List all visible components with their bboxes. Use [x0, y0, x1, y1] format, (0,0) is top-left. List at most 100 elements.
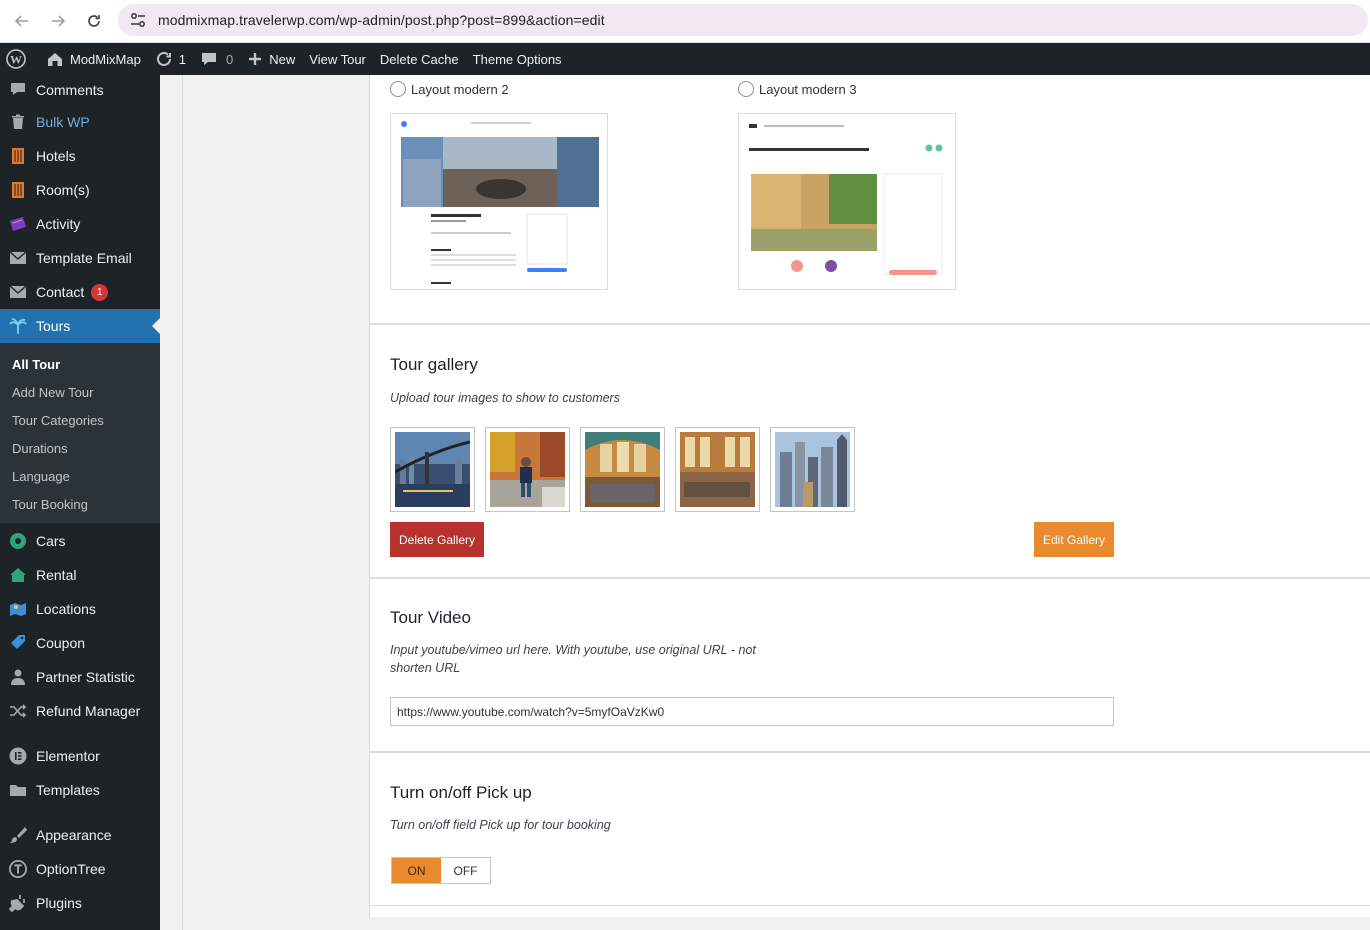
- reload-button[interactable]: [76, 3, 112, 39]
- site-info-icon[interactable]: [128, 10, 148, 30]
- menu-label: Rental: [36, 567, 77, 583]
- menu-plugins[interactable]: Plugins: [0, 886, 160, 920]
- site-name-menu[interactable]: ModMixMap: [39, 43, 148, 75]
- menu-locations[interactable]: Locations: [0, 592, 160, 626]
- layout-modern-3-option[interactable]: Layout modern 3: [738, 81, 857, 97]
- video-description-line2: shorten URL: [390, 661, 461, 675]
- gallery-image[interactable]: [485, 427, 570, 512]
- delete-cache-link[interactable]: Delete Cache: [373, 43, 466, 75]
- layout-modern-2-preview[interactable]: [390, 113, 608, 290]
- menu-label: Cars: [36, 533, 66, 549]
- theme-options-link[interactable]: Theme Options: [466, 43, 569, 75]
- menu-label: Template Email: [36, 250, 132, 266]
- new-content-menu[interactable]: New: [240, 43, 302, 75]
- svg-text:W: W: [10, 53, 22, 67]
- layout-modern-2-option[interactable]: Layout modern 2: [390, 81, 509, 97]
- video-title: Tour Video: [390, 608, 471, 627]
- layout-preview-image: [739, 114, 955, 289]
- gallery-image[interactable]: [770, 427, 855, 512]
- url-text[interactable]: modmixmap.travelerwp.com/wp-admin/post.p…: [158, 12, 605, 28]
- gallery-image[interactable]: [580, 427, 665, 512]
- reload-icon: [88, 15, 100, 27]
- pickup-toggle[interactable]: ON OFF: [391, 857, 491, 884]
- arrow-right-icon: [52, 15, 66, 27]
- tag-icon: [9, 634, 27, 652]
- optiontree-icon: [9, 860, 27, 878]
- menu-appearance[interactable]: Appearance: [0, 818, 160, 852]
- menu-label: OptionTree: [36, 861, 106, 877]
- layout-label: Layout modern 2: [411, 81, 509, 97]
- menu-template-email[interactable]: Template Email: [0, 241, 160, 275]
- menu-elementor[interactable]: Elementor: [0, 739, 160, 773]
- menu-rooms[interactable]: Room(s): [0, 173, 160, 207]
- menu-contact[interactable]: Contact 1: [0, 275, 160, 309]
- menu-comments[interactable]: Comments: [0, 75, 160, 105]
- address-bar[interactable]: modmixmap.travelerwp.com/wp-admin/post.p…: [118, 4, 1368, 36]
- grand-central-image: [585, 432, 660, 507]
- shuffle-icon: [9, 702, 27, 720]
- gallery-title: Tour gallery: [390, 355, 478, 374]
- submenu-tour-booking[interactable]: Tour Booking: [0, 490, 160, 518]
- pickup-description: Turn on/off field Pick up for tour booki…: [390, 818, 611, 832]
- wp-logo-menu[interactable]: W: [0, 43, 39, 75]
- comments-count: 0: [226, 51, 234, 67]
- building-icon: [9, 147, 27, 165]
- menu-partner-statistic[interactable]: Partner Statistic: [0, 660, 160, 694]
- grand-central-hall-image: [680, 432, 755, 507]
- menu-optiontree[interactable]: OptionTree: [0, 852, 160, 886]
- submenu-all-tour[interactable]: All Tour: [0, 350, 160, 378]
- menu-hotels[interactable]: Hotels: [0, 139, 160, 173]
- video-url-input[interactable]: https://www.youtube.com/watch?v=5myfOaVz…: [390, 697, 1114, 726]
- trash-icon: [9, 113, 27, 131]
- toggle-off-option[interactable]: OFF: [441, 858, 490, 883]
- menu-label: Elementor: [36, 748, 100, 764]
- menu-bulk-wp[interactable]: Bulk WP: [0, 105, 160, 139]
- layout-label: Layout modern 3: [759, 81, 857, 97]
- radio-button[interactable]: [390, 81, 406, 97]
- comment-icon: [202, 53, 217, 65]
- menu-label: Appearance: [36, 827, 112, 843]
- edit-gallery-button[interactable]: Edit Gallery: [1034, 522, 1114, 557]
- menu-tours[interactable]: Tours: [0, 309, 160, 343]
- section-divider: [370, 751, 1370, 753]
- user-icon: [9, 668, 27, 686]
- submenu-tour-categories[interactable]: Tour Categories: [0, 406, 160, 434]
- bridge-city-image: [395, 432, 470, 507]
- delete-gallery-button[interactable]: Delete Gallery: [390, 522, 484, 557]
- site-name: ModMixMap: [70, 51, 141, 67]
- updates-icon: [156, 51, 171, 66]
- menu-coupon[interactable]: Coupon: [0, 626, 160, 660]
- person-autumn-park-image: [490, 432, 565, 507]
- toggle-on-option[interactable]: ON: [392, 858, 441, 883]
- forward-button[interactable]: [40, 3, 76, 39]
- building-icon: [9, 181, 27, 199]
- menu-label: Coupon: [36, 635, 86, 651]
- radio-button[interactable]: [738, 81, 754, 97]
- palm-icon: [9, 317, 27, 335]
- home-icon: [9, 566, 27, 584]
- menu-cars[interactable]: Cars: [0, 524, 160, 558]
- comments-menu[interactable]: 0: [193, 43, 240, 75]
- menu-rental[interactable]: Rental: [0, 558, 160, 592]
- gallery-image[interactable]: [390, 427, 475, 512]
- submenu-add-new-tour[interactable]: Add New Tour: [0, 378, 160, 406]
- section-divider: [370, 905, 1370, 906]
- back-button[interactable]: [4, 3, 40, 39]
- menu-activity[interactable]: Activity: [0, 207, 160, 241]
- submenu-language[interactable]: Language: [0, 462, 160, 490]
- gallery-image[interactable]: [675, 427, 760, 512]
- submenu-durations[interactable]: Durations: [0, 434, 160, 462]
- updates-menu[interactable]: 1: [148, 43, 193, 75]
- menu-refund-manager[interactable]: Refund Manager: [0, 694, 160, 728]
- video-description-line1: Input youtube/vimeo url here. With youtu…: [390, 643, 756, 657]
- menu-label: Plugins: [36, 895, 82, 911]
- tours-submenu: All Tour Add New Tour Tour Categories Du…: [0, 343, 160, 523]
- view-tour-link[interactable]: View Tour: [302, 43, 373, 75]
- car-icon: [9, 532, 27, 550]
- notification-badge: 1: [91, 283, 109, 301]
- menu-templates[interactable]: Templates: [0, 773, 160, 807]
- plug-icon: [9, 894, 27, 912]
- menu-label: Room(s): [36, 182, 90, 198]
- layout-modern-3-preview[interactable]: [738, 113, 956, 290]
- admin-bar: W ModMixMap 1 0 New View Tour Delete Cac…: [0, 43, 1370, 75]
